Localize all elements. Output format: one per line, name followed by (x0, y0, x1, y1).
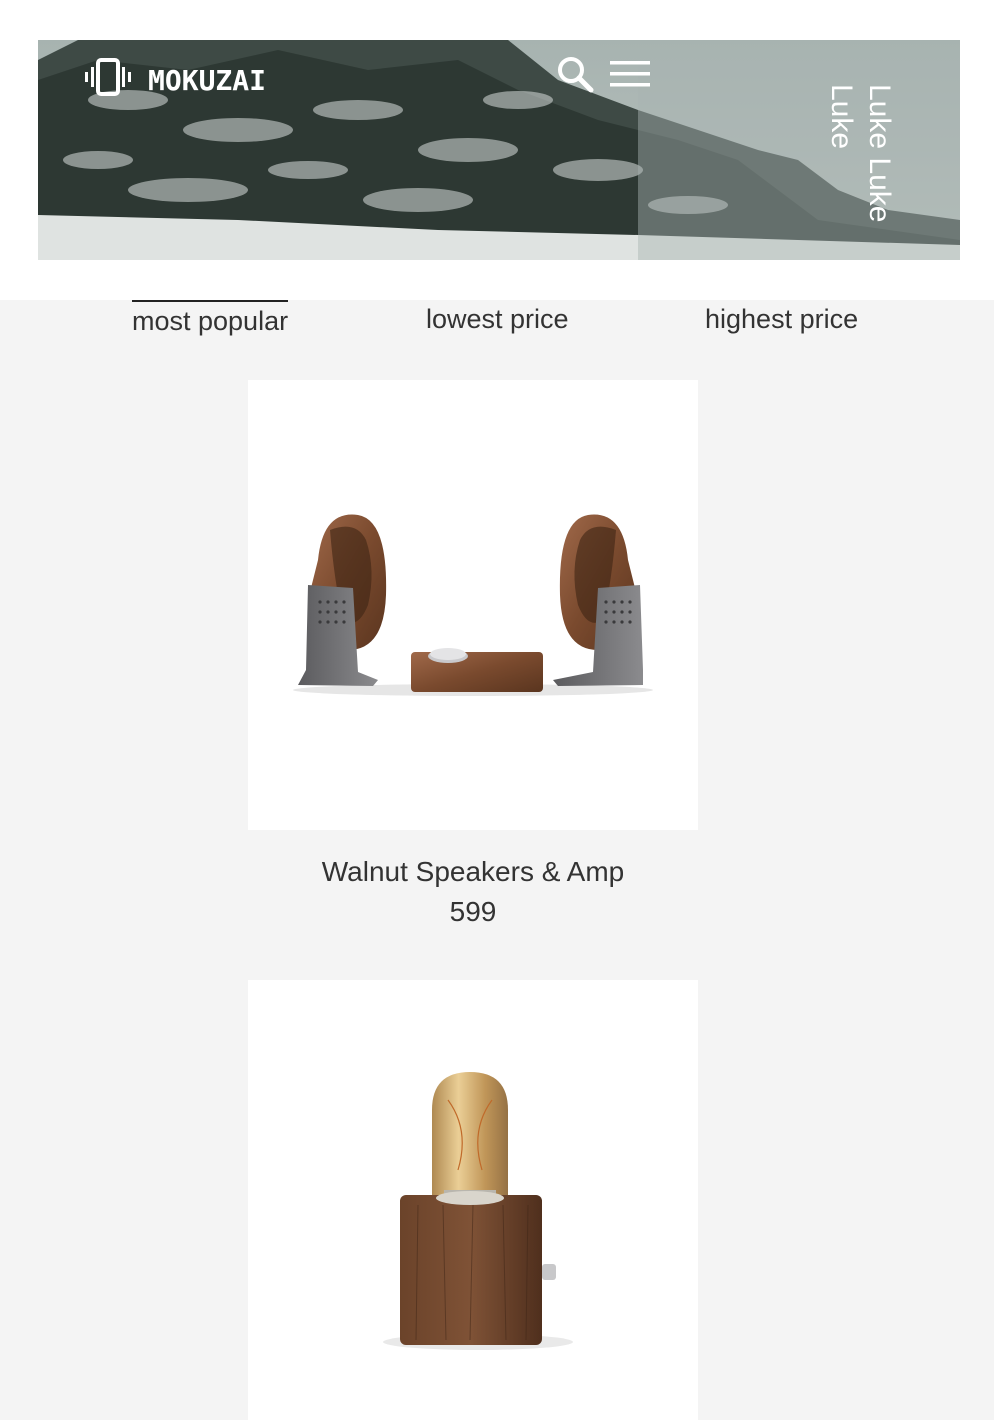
product-card[interactable] (248, 980, 698, 1420)
hamburger-menu-icon[interactable] (608, 58, 652, 90)
product-image[interactable] (248, 980, 698, 1420)
header-banner: MOKUZAI Luke Luke Luke (38, 40, 960, 260)
product-card[interactable]: Walnut Speakers & Amp 599 (248, 380, 698, 932)
product-listing: most popular lowest price highest price (0, 300, 994, 1420)
tab-highest-price[interactable]: highest price (705, 300, 858, 340)
vibrate-icon (85, 57, 131, 96)
tab-most-popular[interactable]: most popular (132, 300, 289, 340)
product-info: Walnut Speakers & Amp 599 (248, 830, 698, 932)
brand-logo[interactable]: MOKUZAI (84, 56, 266, 97)
product-price: 599 (449, 896, 497, 927)
sort-tabs: most popular lowest price highest price (0, 300, 994, 350)
brand-name: MOKUZAI (148, 64, 267, 97)
walnut-lamp-image (383, 1072, 573, 1350)
user-name[interactable]: Luke Luke Luke (818, 84, 898, 224)
search-icon[interactable] (555, 54, 595, 94)
tab-lowest-price[interactable]: lowest price (426, 300, 569, 340)
product-image[interactable] (248, 380, 698, 830)
walnut-speakers-image (293, 514, 653, 696)
product-name[interactable]: Walnut Speakers & Amp (248, 852, 698, 892)
